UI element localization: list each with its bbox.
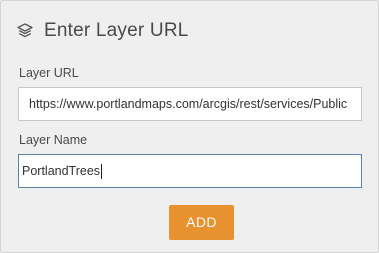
layer-name-input[interactable]: PortlandTrees	[18, 154, 362, 188]
panel-title: Enter Layer URL	[44, 20, 189, 41]
layer-url-value: https://www.portlandmaps.com/arcgis/rest…	[29, 97, 348, 111]
layer-url-input[interactable]: https://www.portlandmaps.com/arcgis/rest…	[18, 87, 362, 121]
text-caret	[101, 164, 103, 180]
add-button[interactable]: ADD	[169, 205, 234, 240]
layer-name-value: PortlandTrees	[22, 164, 101, 178]
layer-url-label: Layer URL	[19, 66, 79, 80]
enter-layer-url-panel: Enter Layer URL Layer URL https://www.po…	[0, 0, 379, 253]
layer-name-label: Layer Name	[19, 133, 88, 147]
layers-icon	[16, 22, 34, 40]
panel-header: Enter Layer URL	[16, 18, 189, 44]
